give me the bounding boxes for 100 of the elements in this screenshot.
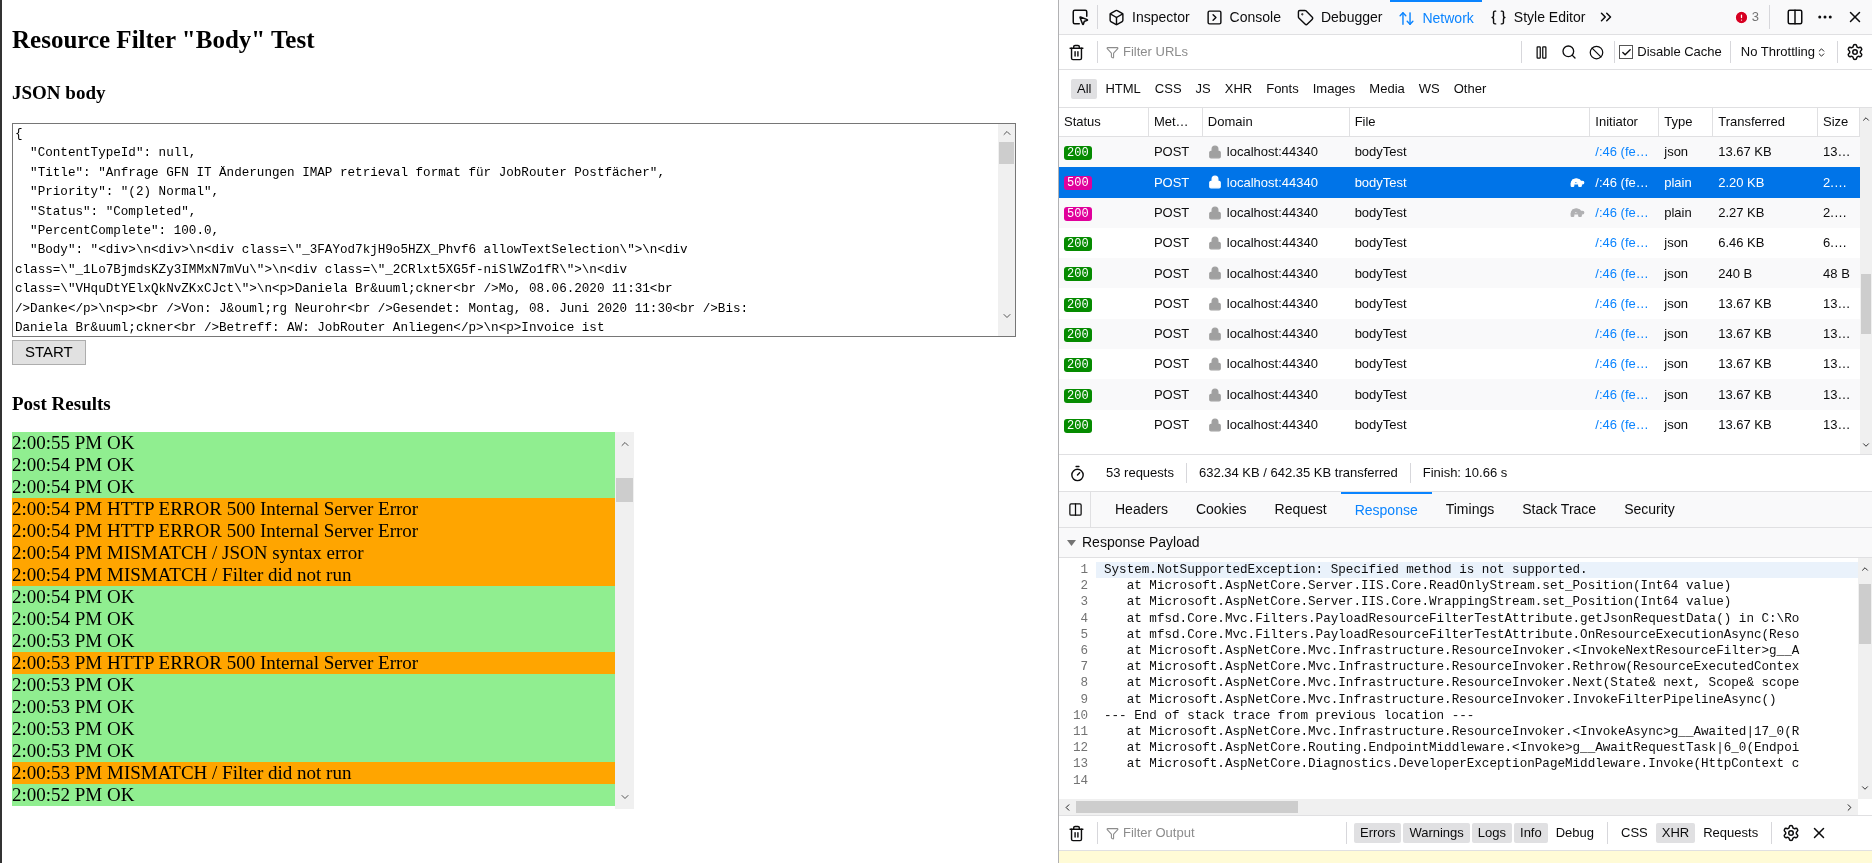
method-text: POST [1153, 235, 1190, 251]
devtools-tab[interactable]: Debugger [1288, 0, 1391, 35]
code-line: at Microsoft.AspNetCore.Routing.EndpointMiddleware.<Invoke>g__AwaitRequestTask|6_0(Endpoi [1125, 740, 1800, 757]
initiator-link[interactable]: /:46 (fe… [1595, 235, 1649, 251]
type-filter-button[interactable]: CSS [1148, 78, 1188, 99]
block-icon[interactable] [1589, 44, 1605, 60]
file-text: bodyTest [1354, 325, 1407, 344]
horizontal-scrollbar[interactable] [1059, 799, 1858, 815]
column-header[interactable]: File [1349, 108, 1591, 136]
scroll-thumb[interactable] [616, 477, 633, 502]
detail-tab[interactable]: Cookies [1181, 492, 1261, 527]
devtools-tab[interactable]: Console [1197, 0, 1289, 35]
result-row: 2:00:54 PM HTTP ERROR 500 Internal Server Error [12, 497, 615, 520]
column-header[interactable]: Domain [1202, 108, 1350, 136]
type-filter-button[interactable]: Images [1306, 78, 1362, 99]
size-text: 13… [1823, 144, 1851, 160]
search-icon[interactable] [1561, 44, 1578, 60]
transferred-text: 2.20 KB [1718, 174, 1765, 190]
column-header[interactable]: Met… [1148, 108, 1203, 136]
column-header[interactable]: Type [1659, 108, 1714, 136]
initiator-link[interactable]: /:46 (fe… [1595, 356, 1649, 372]
request-row[interactable]: 500 POST localhost:44340 bodyTest /:46 (fe… plain 2.27 KB 2.… [1059, 197, 1860, 228]
scroll-down-icon[interactable] [1861, 440, 1871, 450]
request-filter-toggle[interactable]: CSS [1615, 823, 1654, 843]
request-row[interactable]: 200 POST localhost:44340 bodyTest /:46 (fe… json 13.67 KB 13… [1059, 379, 1860, 410]
log-level-toggle[interactable]: Debug [1549, 823, 1601, 843]
scroll-thumb[interactable] [1076, 801, 1298, 813]
file-text: bodyTest [1354, 143, 1407, 162]
scrollbar[interactable] [615, 431, 634, 809]
scrollbar[interactable] [1858, 558, 1872, 799]
section-title: Response Payload [1082, 533, 1200, 552]
devtools-tab[interactable]: Style Editor [1481, 0, 1594, 35]
column-header[interactable]: Status [1059, 108, 1149, 136]
type-filter-button[interactable]: Fonts [1260, 78, 1305, 99]
type-filter-button[interactable]: Other [1447, 78, 1493, 99]
size-text: 2.… [1823, 205, 1847, 220]
request-row[interactable]: 200 POST localhost:44340 bodyTest /:46 (fe… json 240 B 48 B [1059, 258, 1860, 289]
settings-icon[interactable] [1782, 824, 1801, 842]
lock-icon [1207, 145, 1222, 160]
file-text: bodyTest [1354, 173, 1407, 192]
request-row[interactable]: 200 POST localhost:44340 bodyTest /:46 (fe… json 13.67 KB 13… [1059, 318, 1860, 350]
method-text: POST [1153, 326, 1190, 342]
settings-icon[interactable] [1846, 43, 1864, 61]
lock-icon [1207, 266, 1222, 281]
section-header[interactable]: Response Payload [1059, 528, 1872, 558]
type-filter-button[interactable]: WS [1412, 78, 1446, 99]
initiator-link[interactable]: /:46 (fe… [1595, 386, 1649, 402]
method-text: POST [1153, 295, 1190, 311]
file-text: bodyTest [1354, 385, 1407, 404]
scrollbar[interactable] [1860, 108, 1872, 454]
column-header[interactable]: Initiator [1590, 108, 1660, 136]
column-header[interactable]: Transferred [1713, 108, 1819, 136]
scroll-up-icon[interactable] [1861, 114, 1871, 124]
devtools-tab[interactable]: Network [1390, 0, 1482, 35]
log-level-toggle[interactable]: Logs [1471, 823, 1513, 843]
request-row[interactable]: 200 POST localhost:44340 bodyTest /:46 (fe… json 13.67 KB 13… [1059, 137, 1860, 168]
initiator-link[interactable]: /:46 (fe… [1595, 295, 1649, 311]
devtools-tab[interactable]: Inspector [1100, 0, 1198, 35]
initiator-link[interactable]: /:46 (fe… [1595, 417, 1649, 433]
scroll-thumb[interactable] [1859, 584, 1871, 644]
detail-tab[interactable]: Timings [1431, 492, 1509, 527]
error-icon[interactable] [1733, 9, 1749, 25]
dock-icon[interactable] [1786, 8, 1804, 26]
status-badge: 500 [1064, 176, 1092, 191]
filter-urls-field[interactable]: Filter URLs [1106, 39, 1506, 65]
scroll-down-icon[interactable] [1860, 783, 1870, 793]
throttling-select[interactable]: No Throttling [1738, 42, 1829, 62]
detail-tab[interactable]: Security [1610, 492, 1689, 527]
pick-element-icon[interactable] [1071, 8, 1089, 26]
start-button[interactable]: START [12, 340, 86, 365]
initiator-link[interactable]: /:46 (fe… [1595, 205, 1649, 220]
pause-icon[interactable] [1534, 44, 1550, 60]
type-filter-button[interactable]: Media [1363, 78, 1411, 99]
request-filter-toggle[interactable]: XHR [1655, 823, 1696, 843]
detail-tab[interactable]: Headers [1101, 492, 1182, 527]
initiator-link[interactable]: /:46 (fe… [1595, 265, 1649, 281]
code-line: at Microsoft.AspNetCore.Diagnostics.DeveloperExceptionPageMiddleware.Invoke(HttpContext c [1125, 756, 1800, 773]
initiator-link[interactable]: /:46 (fe… [1595, 326, 1649, 342]
status-badge: 200 [1064, 358, 1092, 373]
log-level-toggle[interactable]: Info [1514, 823, 1548, 843]
detail-tab[interactable]: Request [1260, 492, 1341, 527]
request-filter-toggle[interactable]: Requests [1697, 823, 1765, 843]
type-filter-button[interactable]: All [1071, 78, 1098, 99]
trash-icon[interactable] [1068, 824, 1085, 842]
request-row[interactable]: 500 POST localhost:44340 bodyTest /:46 (fe… plain 2.20 KB 2.… [1059, 167, 1860, 198]
type-filter-button[interactable]: JS [1189, 78, 1217, 99]
log-level-toggle[interactable]: Warnings [1403, 823, 1470, 843]
type-filter-button[interactable]: HTML [1099, 78, 1147, 99]
initiator-link[interactable]: /:46 (fe… [1595, 174, 1649, 190]
checkbox[interactable] [1619, 45, 1634, 59]
filter-output-field[interactable]: Filter Output [1106, 820, 1346, 846]
type-filter-button[interactable]: XHR [1218, 78, 1259, 99]
detail-tab[interactable]: Stack Trace [1508, 492, 1611, 527]
scroll-up-icon[interactable] [1860, 564, 1870, 574]
log-level-toggle[interactable]: Errors [1354, 823, 1402, 843]
panel-toggle-icon[interactable] [1068, 502, 1083, 517]
scroll-thumb[interactable] [1861, 274, 1871, 334]
initiator-link[interactable]: /:46 (fe… [1595, 144, 1649, 160]
trash-icon[interactable] [1068, 43, 1085, 61]
domain-text: localhost:44340 [1226, 294, 1318, 313]
